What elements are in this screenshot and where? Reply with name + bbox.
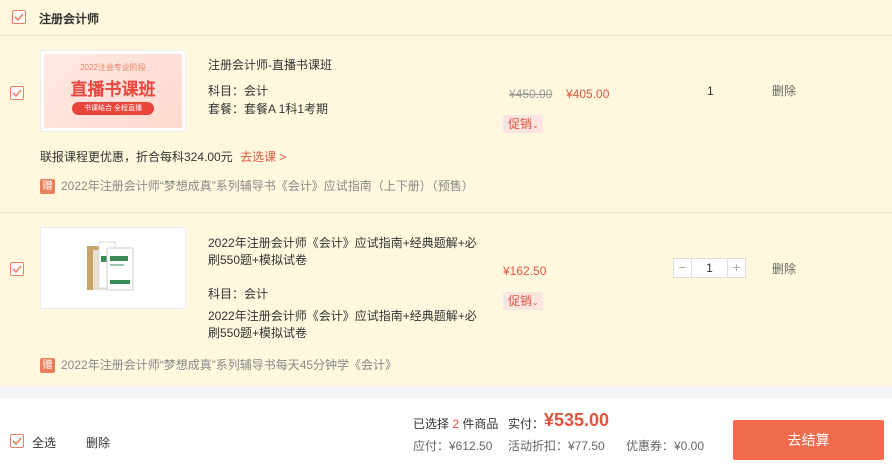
actual-pay-label: 实付： (508, 417, 545, 431)
delete-item-button[interactable]: 删除 (772, 82, 796, 99)
product-thumbnail[interactable]: 2022注会专业阶段 直播书课班 书课结合 全程直播 (40, 50, 186, 132)
discount-amount: 活动折扣：¥77.50 (508, 439, 605, 453)
cart-item: 2022注会专业阶段 直播书课班 书课结合 全程直播 注册会计师-直播书课班 科… (0, 37, 892, 209)
choose-course-link[interactable]: 去选课 > (240, 150, 286, 164)
shop-header: 注册会计师 (0, 0, 892, 36)
actual-pay-amount: ¥535.00 (544, 410, 610, 430)
product-thumbnail[interactable] (40, 227, 186, 309)
increase-quantity-button[interactable]: + (727, 259, 745, 277)
original-price: ¥450.00 (509, 87, 553, 101)
gift-row: 赠 2022年注册会计师“梦想成真”系列辅导书《会计》应试指南（上下册）（预售） (40, 177, 474, 195)
banner-top-text: 2022注会专业阶段 (80, 63, 146, 72)
select-all-checkbox[interactable] (10, 434, 24, 448)
promo-tag[interactable]: 促销⌄ (503, 115, 543, 133)
bundle-offer: 联报课程更优惠，折合每科324.00元 去选课 > (40, 148, 286, 165)
banner-pill: 书课结合 全程直播 (72, 102, 154, 115)
gift-icon: 赠 (40, 179, 55, 195)
gift-icon: 赠 (40, 358, 55, 374)
select-all-label[interactable]: 全选 (32, 434, 56, 451)
item-quantity: 1 (707, 84, 714, 98)
selected-count-summary: 已选择 2 件商品 (413, 415, 498, 432)
selected-suffix: 件商品 (462, 417, 499, 431)
quantity-stepper: − 1 + (673, 258, 746, 278)
gift-row: 赠 2022年注册会计师“梦想成真”系列辅导书每天45分钟学《会计》 (40, 356, 398, 374)
product-subject: 科目：会计 (208, 84, 269, 98)
decrease-quantity-button[interactable]: − (674, 259, 692, 277)
product-package: 套餐：套餐A 1科1考期 (208, 102, 329, 116)
promo-label: 促销 (508, 294, 533, 308)
checkout-bar: 全选 删除 已选择 2 件商品 实付： ¥535.00 应付：¥612.50 活… (0, 397, 892, 469)
check-icon (12, 265, 22, 274)
book-stack-image (87, 241, 134, 291)
selected-count: 2 (452, 417, 460, 431)
item-price: ¥405.00 (566, 87, 610, 101)
product-name[interactable]: 注册会计师-直播书课班 (208, 57, 478, 74)
check-icon (14, 13, 24, 22)
cart-item: 2022年注册会计师《会计》应试指南+经典题解+必刷550题+模拟试卷 科目：会… (0, 212, 892, 384)
gift-text: 2022年注册会计师“梦想成真”系列辅导书《会计》应试指南（上下册）（预售） (61, 179, 474, 193)
check-icon (12, 437, 22, 446)
product-package: 2022年注册会计师《会计》应试指南+经典题解+必刷550题+模拟试卷 (208, 309, 477, 340)
item-checkbox[interactable] (10, 86, 24, 100)
section-divider (0, 386, 892, 397)
delete-selected-button[interactable]: 删除 (86, 434, 110, 451)
item-checkbox[interactable] (10, 262, 24, 276)
product-subject: 科目：会计 (208, 287, 269, 301)
bundle-offer-text: 联报课程更优惠，折合每科324.00元 (40, 150, 233, 164)
gift-text: 2022年注册会计师“梦想成真”系列辅导书每天45分钟学《会计》 (61, 358, 398, 372)
coupon-amount: 优惠券：¥0.00 (626, 439, 705, 453)
payable-amount: 应付：¥612.50 (413, 439, 493, 453)
shop-checkbox[interactable] (12, 10, 26, 24)
chevron-down-icon: ⌄ (532, 121, 539, 130)
product-banner: 2022注会专业阶段 直播书课班 书课结合 全程直播 (44, 54, 182, 128)
shop-title: 注册会计师 (39, 12, 100, 26)
delete-item-button[interactable]: 删除 (772, 260, 796, 277)
shop-group: 注册会计师 2022注会专业阶段 直播书课班 书课结合 全程直播 注册会计师-直… (0, 0, 892, 386)
check-icon (12, 89, 22, 98)
checkout-button[interactable]: 去结算 (733, 420, 884, 460)
promo-tag[interactable]: 促销⌄ (503, 292, 543, 310)
product-name[interactable]: 2022年注册会计师《会计》应试指南+经典题解+必刷550题+模拟试卷 (208, 235, 478, 269)
quantity-input[interactable]: 1 (693, 259, 726, 277)
chevron-down-icon: ⌄ (532, 298, 539, 307)
banner-main-text: 直播书课班 (70, 80, 156, 99)
item-price: ¥162.50 (503, 264, 547, 278)
promo-label: 促销 (508, 117, 533, 131)
selected-prefix: 已选择 (413, 417, 450, 431)
